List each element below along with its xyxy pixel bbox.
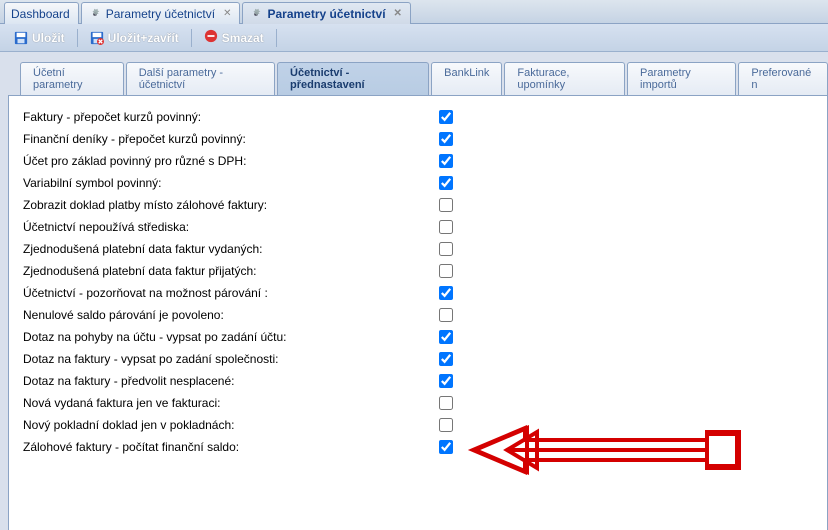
setting-checkbox[interactable] (439, 264, 453, 278)
setting-checkbox[interactable] (439, 286, 453, 300)
setting-row: Finanční deníky - přepočet kurzů povinný… (23, 128, 813, 150)
setting-label: Faktury - přepočet kurzů povinný: (23, 110, 439, 124)
setting-label: Zálohové faktury - počítat finanční sald… (23, 440, 439, 454)
setting-label: Účetnictví nepoužívá střediska: (23, 220, 439, 234)
tab-label: Parametry účetnictví (267, 7, 385, 21)
setting-checkbox[interactable] (439, 396, 453, 410)
setting-row: Nenulové saldo párování je povoleno: (23, 304, 813, 326)
gear-icon (249, 7, 263, 21)
setting-label: Zjednodušená platební data faktur vydaný… (23, 242, 439, 256)
subtab-label: Účetnictví - přednastavení (290, 67, 365, 91)
setting-label: Dotaz na pohyby na účtu - vypsat po zadá… (23, 330, 439, 344)
app-tabs: Dashboard Parametry účetnictví ✕ Paramet… (0, 0, 828, 24)
setting-row: Zálohové faktury - počítat finanční sald… (23, 436, 813, 458)
content-area: Účetní parametry Další parametry - účetn… (0, 52, 828, 530)
tab-label: Parametry účetnictví (106, 7, 215, 21)
setting-label: Nenulové saldo párování je povoleno: (23, 308, 439, 322)
close-icon[interactable]: ✕ (394, 8, 402, 19)
setting-row: Zjednodušená platební data faktur vydaný… (23, 238, 813, 260)
tab-parametry-2[interactable]: Parametry účetnictví ✕ (242, 2, 410, 24)
subtab-banklink[interactable]: BankLink (431, 62, 502, 95)
subtab-prednastaveni[interactable]: Účetnictví - přednastavení (277, 62, 429, 95)
setting-label: Zobrazit doklad platby místo zálohové fa… (23, 198, 439, 212)
subtab-preferovane[interactable]: Preferované n (738, 62, 828, 95)
setting-checkbox[interactable] (439, 374, 453, 388)
setting-label: Dotaz na faktury - předvolit nesplacené: (23, 374, 439, 388)
toolbar: Uložit Uložit+zavřít Smazat (0, 24, 828, 52)
subtab-label: Fakturace, upomínky (517, 67, 569, 91)
setting-label: Variabilní symbol povinný: (23, 176, 439, 190)
subtab-importy[interactable]: Parametry importů (627, 62, 736, 95)
setting-row: Účetnictví nepoužívá střediska: (23, 216, 813, 238)
setting-checkbox[interactable] (439, 242, 453, 256)
setting-label: Nová vydaná faktura jen ve fakturaci: (23, 396, 439, 410)
setting-checkbox[interactable] (439, 132, 453, 146)
button-label: Uložit+zavřít (108, 31, 179, 45)
save-close-button[interactable]: Uložit+zavřít (84, 29, 185, 47)
setting-row: Nový pokladní doklad jen v pokladnách: (23, 414, 813, 436)
button-label: Uložit (32, 31, 65, 45)
setting-row: Účet pro základ povinný pro různé s DPH: (23, 150, 813, 172)
save-button[interactable]: Uložit (8, 29, 71, 47)
tab-parametry-1[interactable]: Parametry účetnictví ✕ (81, 2, 241, 24)
setting-row: Dotaz na faktury - vypsat po zadání spol… (23, 348, 813, 370)
setting-label: Zjednodušená platební data faktur přijat… (23, 264, 439, 278)
subtab-ucetni-parametry[interactable]: Účetní parametry (20, 62, 124, 95)
subtabs: Účetní parametry Další parametry - účetn… (8, 62, 828, 95)
setting-checkbox[interactable] (439, 352, 453, 366)
setting-checkbox[interactable] (439, 308, 453, 322)
subtab-dalsi-parametry[interactable]: Další parametry - účetnictví (126, 62, 275, 95)
setting-label: Dotaz na faktury - vypsat po zadání spol… (23, 352, 439, 366)
subtab-label: Parametry importů (640, 67, 691, 91)
setting-checkbox[interactable] (439, 330, 453, 344)
setting-row: Účetnictví - pozorňovat na možnost párov… (23, 282, 813, 304)
setting-row: Dotaz na faktury - předvolit nesplacené: (23, 370, 813, 392)
disk-close-icon (90, 31, 104, 45)
setting-row: Zobrazit doklad platby místo zálohové fa… (23, 194, 813, 216)
setting-checkbox[interactable] (439, 220, 453, 234)
setting-checkbox[interactable] (439, 154, 453, 168)
toolbar-separator (276, 29, 277, 47)
setting-label: Finanční deníky - přepočet kurzů povinný… (23, 132, 439, 146)
button-label: Smazat (222, 31, 264, 45)
setting-row: Faktury - přepočet kurzů povinný: (23, 106, 813, 128)
setting-label: Účet pro základ povinný pro různé s DPH: (23, 154, 439, 168)
setting-label: Nový pokladní doklad jen v pokladnách: (23, 418, 439, 432)
setting-row: Variabilní symbol povinný: (23, 172, 813, 194)
setting-row: Nová vydaná faktura jen ve fakturaci: (23, 392, 813, 414)
toolbar-separator (77, 29, 78, 47)
subtab-label: Další parametry - účetnictví (139, 67, 223, 91)
tab-dashboard[interactable]: Dashboard (4, 2, 79, 24)
disk-icon (14, 31, 28, 45)
setting-checkbox[interactable] (439, 418, 453, 432)
setting-checkbox[interactable] (439, 198, 453, 212)
close-icon[interactable]: ✕ (223, 8, 231, 19)
tab-label: Dashboard (11, 7, 70, 21)
subtab-label: Účetní parametry (33, 67, 83, 91)
setting-row: Dotaz na pohyby na účtu - vypsat po zadá… (23, 326, 813, 348)
setting-checkbox[interactable] (439, 176, 453, 190)
delete-button[interactable]: Smazat (198, 27, 270, 48)
setting-checkbox[interactable] (439, 440, 453, 454)
setting-label: Účetnictví - pozorňovat na možnost párov… (23, 286, 439, 300)
delete-icon (204, 29, 218, 46)
settings-panel: Faktury - přepočet kurzů povinný: Finančn… (8, 95, 828, 530)
toolbar-separator (191, 29, 192, 47)
setting-row: Zjednodušená platební data faktur přijat… (23, 260, 813, 282)
subtab-label: BankLink (444, 67, 489, 79)
setting-checkbox[interactable] (439, 110, 453, 124)
subtab-fakturace[interactable]: Fakturace, upomínky (504, 62, 625, 95)
gear-icon (88, 7, 102, 21)
subtab-label: Preferované n (751, 67, 811, 91)
